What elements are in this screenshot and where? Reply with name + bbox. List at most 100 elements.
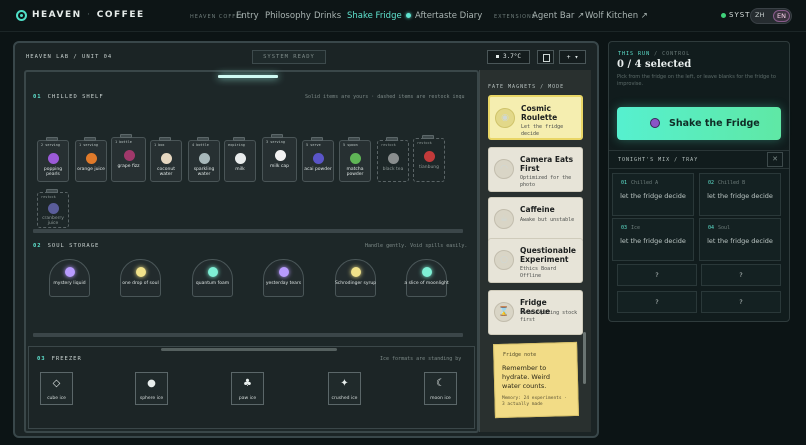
brand-logo[interactable]: HEAVEN · COFFEE [32, 10, 145, 20]
tray-title: TONIGHT'S MIX / TRAY [618, 157, 699, 163]
soul-name: yesterday tears [265, 281, 302, 286]
nav-entry[interactable]: Entry [236, 11, 259, 21]
system-ready-badge: SYSTEM READY [252, 50, 326, 64]
item-cap [197, 137, 209, 141]
soul-storage-title: 02 SOUL STORAGE [33, 243, 100, 249]
add-menu-button[interactable]: + ▾ [559, 50, 586, 64]
nav-aftertaste-diary[interactable]: Aftertaste Diary [415, 11, 482, 21]
item-cap [386, 137, 398, 141]
item-name: grape fizz [117, 164, 140, 169]
orb-icon [136, 267, 146, 277]
fridge-item[interactable]: 1 box coconut water [150, 137, 182, 182]
ice-slot[interactable]: ◇ cube ice [40, 372, 73, 405]
lang-en[interactable]: EN [773, 10, 790, 22]
item-cap [120, 134, 132, 138]
item-name: acai powder [304, 167, 332, 172]
soul-name: one drop of soul [122, 281, 159, 286]
soul-name: a slice of moonlight [404, 281, 449, 286]
ice-slot[interactable]: ● sphere ice [135, 372, 168, 405]
item-icon [275, 150, 286, 161]
door-toggle-button[interactable] [537, 50, 554, 64]
item-tag: restock [381, 143, 396, 147]
item-name: milk cap [269, 164, 289, 169]
item-name: tianbung [418, 165, 440, 170]
item-icon [48, 153, 59, 164]
magnet-card[interactable]: ◠ Camera Eats First Optimized for the phot… [488, 147, 583, 192]
tray-empty-slot[interactable]: ? [701, 264, 781, 286]
scrollbar[interactable] [583, 332, 586, 384]
temperature-readout[interactable]: 3.7°C [487, 50, 530, 64]
soul-name: Schrodinger syrup [334, 281, 377, 286]
nav-shake-fridge[interactable]: Shake Fridge [347, 11, 411, 21]
slot-value: let the fridge decide [620, 237, 686, 245]
item-cap [348, 137, 360, 141]
ice-icon: ● [147, 378, 156, 389]
tray-slot[interactable]: 04 Soul let the fridge decide [699, 218, 781, 261]
item-icon [199, 153, 210, 164]
soul-jar[interactable]: one drop of soul [120, 259, 161, 297]
nav-wolf-kitchen[interactable]: Wolf Kitchen ↗ [585, 11, 648, 21]
magnet-desc: Let the fridge decide [521, 124, 564, 137]
close-icon[interactable]: ✕ [767, 152, 783, 167]
fridge-item[interactable]: 4 bottle sparkling water [188, 137, 220, 182]
magnet-title: Camera Eats First [520, 155, 574, 173]
tray-empty-slot[interactable]: ? [617, 264, 697, 286]
soul-storage-hint: Handle gently. Void spills easily. [365, 243, 468, 249]
soul-jar[interactable]: a slice of moonlight [404, 259, 449, 297]
magnet-card[interactable]: ☕ Caffeine Awake but unstable [488, 197, 583, 242]
fridge-item[interactable]: 5 spoon matcha powder [339, 137, 371, 182]
fridge-item[interactable]: 2 serving popping pearls [37, 137, 69, 182]
fridge-item[interactable]: 1 serving orange juice [75, 137, 107, 182]
freezer-handle[interactable] [161, 348, 337, 351]
ice-name: cube ice [47, 396, 66, 401]
item-tag: expiring [228, 143, 245, 147]
ice-name: paw ice [238, 396, 257, 401]
fridge-item[interactable]: 1 bottle grape fizz [111, 134, 146, 182]
fridge-item[interactable]: restock tianbung [413, 135, 445, 182]
item-cap [46, 189, 58, 193]
fridge-item[interactable]: expiring milk [224, 137, 256, 182]
fridge-item[interactable]: 3 serving milk cap [262, 134, 297, 182]
orb-icon [65, 267, 75, 277]
note-footer: Memory: 24 experiments · 3 actually made [502, 396, 568, 407]
item-name: matcha powder [346, 167, 364, 178]
item-icon [124, 150, 135, 161]
fridge-item[interactable]: restock cranberry juice [37, 189, 69, 228]
magnet-desc: Optimized for the photo [520, 175, 572, 188]
fridge-item[interactable]: 5 serve acai powder [302, 137, 334, 182]
tray-slot[interactable]: 02 Chilled B let the fridge decide [699, 173, 781, 216]
potion-icon [650, 118, 660, 128]
nav-extensions-label: EXTENSIONS [494, 14, 536, 20]
item-tag: 3 serving [266, 140, 285, 144]
slot-kind: Chilled B [718, 180, 746, 186]
nav-agent-bar[interactable]: Agent Bar ↗ [532, 11, 584, 21]
nav-philosophy[interactable]: Philosophy [265, 11, 311, 21]
item-name: milk [235, 167, 245, 172]
magnet-card[interactable]: ◉ Cosmic Roulette Let the fridge decide [488, 95, 583, 140]
item-name: sparkling water [193, 167, 215, 178]
magnet-card[interactable]: ○ Questionable Experiment Ethics Board Off… [488, 238, 583, 283]
soul-jar[interactable]: Schrodinger syrup [335, 259, 376, 297]
nav-drinks[interactable]: Drinks [314, 11, 341, 21]
item-tag: 1 box [154, 143, 165, 147]
item-icon [388, 153, 399, 164]
ice-slot[interactable]: ☾ moon ice [424, 372, 457, 405]
fridge-item[interactable]: restock black tea [377, 137, 409, 182]
magnet-card[interactable]: ⌛ Fridge Rescue Save expiring stock first [488, 290, 583, 335]
soul-jar[interactable]: quantum foam [192, 259, 233, 297]
tray-empty-slot[interactable]: ? [617, 291, 697, 313]
soul-jar[interactable]: yesterday tears [263, 259, 304, 297]
shake-fridge-label[interactable]: Shake the Fridge [669, 118, 760, 129]
fridge-light [218, 75, 278, 78]
tray-slot[interactable]: 03 Ice let the fridge decide [612, 218, 694, 261]
item-cap [46, 137, 58, 141]
ice-slot[interactable]: ✦ crushed ice [328, 372, 361, 405]
shelf-divider [33, 229, 463, 233]
ice-slot[interactable]: ♣ paw ice [231, 372, 264, 405]
soul-jar[interactable]: mystery liquid [49, 259, 90, 297]
item-tag: 1 serving [79, 143, 98, 147]
lang-zh[interactable]: ZH [755, 11, 764, 19]
magnet-title: Caffeine [520, 205, 555, 214]
tray-slot[interactable]: 01 Chilled A let the fridge decide [612, 173, 694, 216]
tray-empty-slot[interactable]: ? [701, 291, 781, 313]
